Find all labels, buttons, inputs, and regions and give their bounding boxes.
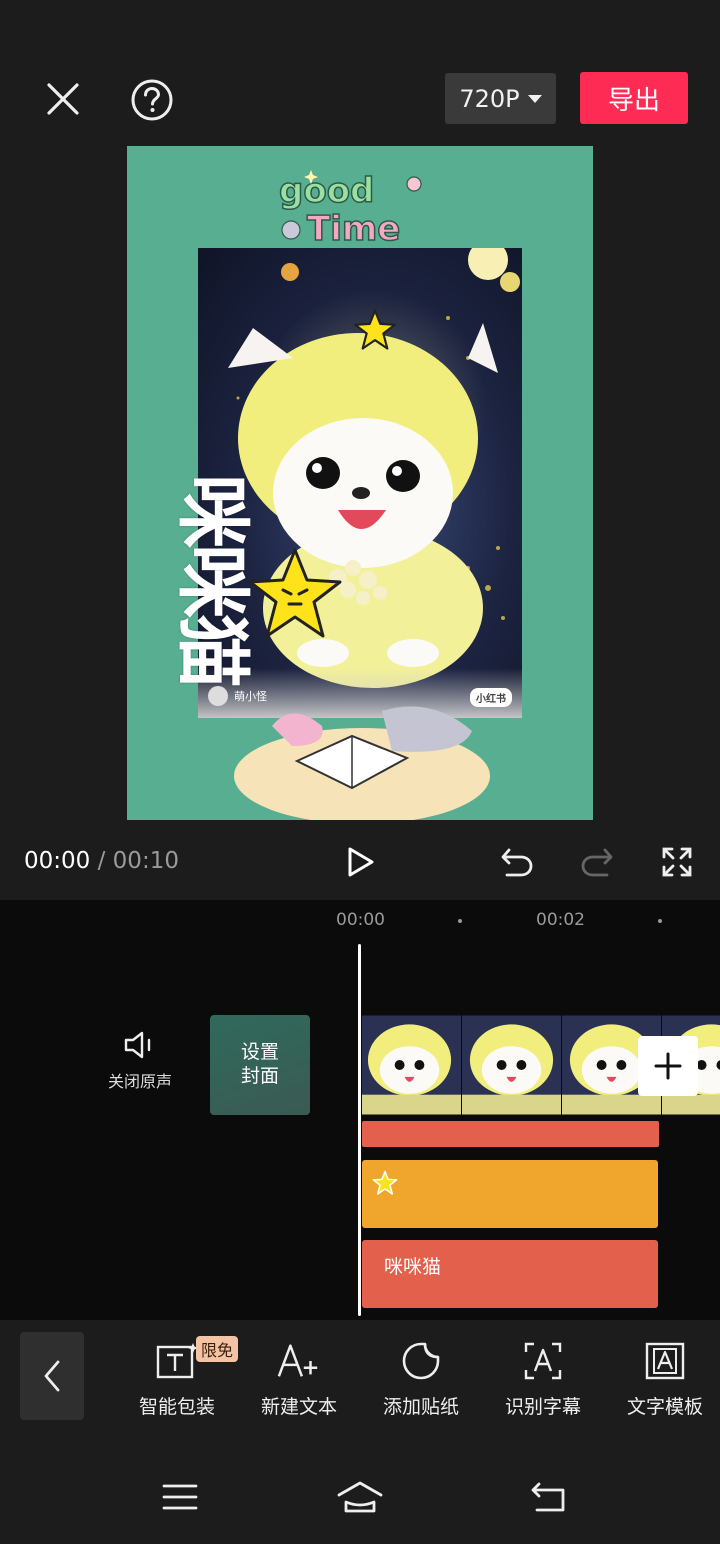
- add-clip-button[interactable]: [638, 1036, 698, 1096]
- time-display: 00:00 / 00:10: [24, 848, 179, 874]
- export-button[interactable]: 导出: [580, 72, 688, 124]
- close-button[interactable]: [40, 76, 86, 122]
- tool-text-template[interactable]: 文字模板: [610, 1338, 720, 1419]
- set-cover-button[interactable]: 设置 封面: [210, 1015, 310, 1115]
- smart-package-icon: [154, 1338, 200, 1384]
- playhead[interactable]: [358, 944, 361, 1316]
- nav-menu-button[interactable]: [160, 1480, 200, 1514]
- home-icon: [337, 1481, 383, 1513]
- clip-thumbnail: [462, 1015, 562, 1115]
- close-icon: [47, 83, 79, 115]
- mute-original-audio-button[interactable]: 关闭原声: [100, 1030, 180, 1092]
- play-icon: [348, 847, 374, 877]
- new-text-icon: [276, 1338, 322, 1384]
- small-star-sticker: [354, 309, 396, 350]
- help-button[interactable]: [128, 76, 176, 124]
- clip-thumbnail: [362, 1015, 462, 1115]
- top-bar: 720P 导出: [0, 0, 720, 140]
- ruler-tick: 00:02: [536, 910, 585, 930]
- undo-button[interactable]: [494, 842, 540, 882]
- back-arrow-icon: [531, 1482, 565, 1512]
- undo-icon: [501, 848, 533, 877]
- help-icon: [131, 79, 173, 121]
- svg-text:good: good: [279, 171, 374, 211]
- text-track-segment[interactable]: 咪咪猫: [362, 1240, 658, 1308]
- resolution-dropdown[interactable]: 720P: [445, 73, 556, 124]
- star-sticker[interactable]: [245, 544, 345, 644]
- time-separator: /: [97, 848, 106, 874]
- free-badge: 限免: [196, 1336, 239, 1362]
- cover-label: 设置 封面: [240, 1041, 279, 1087]
- video-preview[interactable]: good Time 萌小怪 小红书 咪 咪 猫: [127, 146, 593, 820]
- total-time: 00:10: [112, 848, 179, 874]
- plus-icon: [654, 1052, 682, 1080]
- playback-controls: 00:00 / 00:10: [0, 822, 720, 902]
- play-button[interactable]: [338, 842, 384, 882]
- effect-track-segment[interactable]: [362, 1121, 659, 1147]
- overlay-text-mimimao[interactable]: 咪 咪 猫: [167, 466, 257, 696]
- resolution-value: 720P: [459, 84, 520, 113]
- star-sticker-icon: [372, 1170, 398, 1195]
- sticker-track-segment[interactable]: [362, 1160, 658, 1228]
- tool-recognize-captions[interactable]: 识别字幕: [488, 1338, 598, 1419]
- mute-label: 关闭原声: [107, 1072, 172, 1091]
- sticker-icon: [398, 1338, 444, 1384]
- caption-recognition-icon: [520, 1338, 566, 1384]
- caret-down-icon: [527, 94, 542, 103]
- svg-text:Time: Time: [307, 209, 400, 248]
- tool-add-sticker[interactable]: 添加贴纸: [366, 1338, 476, 1419]
- fullscreen-button[interactable]: [654, 840, 700, 884]
- bottom-toolbar: 限免 智能包装 新建文本 添加贴纸 识别字幕 文字模板: [0, 1320, 720, 1444]
- collapse-back-button[interactable]: [20, 1332, 84, 1420]
- watermark-brand: 小红书: [470, 688, 512, 707]
- menu-icon: [162, 1484, 198, 1510]
- system-navigation-bar: [0, 1444, 720, 1544]
- fullscreen-icon: [662, 847, 692, 877]
- nav-back-button[interactable]: [528, 1480, 570, 1514]
- nav-home-button[interactable]: [335, 1478, 385, 1516]
- tool-new-text[interactable]: 新建文本: [244, 1338, 354, 1419]
- reading-cats-sticker: [234, 706, 490, 820]
- time-ruler: 00:00 00:02: [0, 900, 720, 940]
- timeline[interactable]: 00:00 00:02 关闭原声 设置 封面 咪咪猫: [0, 900, 720, 1320]
- current-time: 00:00: [24, 848, 91, 874]
- speaker-icon: [124, 1031, 151, 1059]
- text-template-icon: [642, 1338, 688, 1384]
- redo-icon: [581, 848, 613, 877]
- redo-button[interactable]: [574, 842, 620, 882]
- chevron-left-icon: [44, 1360, 60, 1392]
- ruler-tick: 00:00: [336, 910, 385, 930]
- good-time-sticker: good Time: [278, 170, 422, 248]
- text-track-label: 咪咪猫: [384, 1256, 442, 1278]
